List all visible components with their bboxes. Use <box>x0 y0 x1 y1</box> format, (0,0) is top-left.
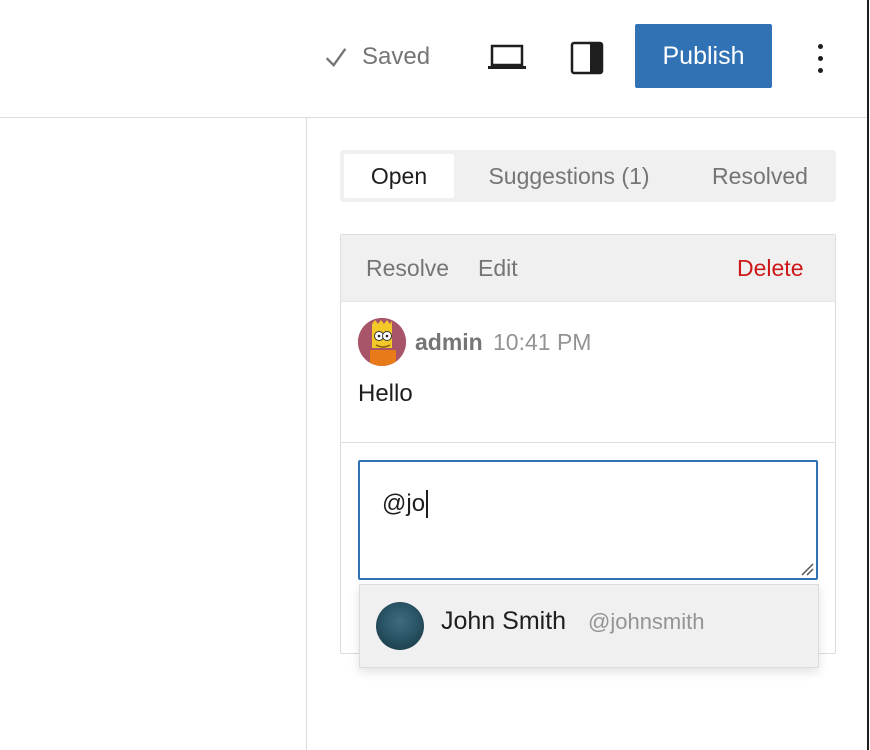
tab-resolved[interactable]: Resolved <box>690 154 830 198</box>
reply-input[interactable]: @jo <box>358 460 818 580</box>
cartoon-avatar-icon <box>358 318 406 366</box>
edit-button[interactable]: Edit <box>478 255 518 282</box>
delete-button[interactable]: Delete <box>737 255 803 282</box>
comment-actions-bar: Resolve Edit Delete <box>341 235 835 302</box>
tab-suggestions[interactable]: Suggestions (1) <box>464 154 674 198</box>
vertical-ellipsis-icon <box>817 43 823 49</box>
mention-suggestion-item[interactable]: John Smith @johnsmith <box>359 584 819 668</box>
text-caret <box>426 490 429 518</box>
resolve-button[interactable]: Resolve <box>366 255 449 282</box>
divider <box>341 442 835 443</box>
comment-timestamp: 10:41 PM <box>493 329 592 355</box>
resize-handle-icon[interactable] <box>798 560 814 576</box>
avatar <box>376 602 424 650</box>
preview-button[interactable] <box>485 36 529 80</box>
reply-value: @jo <box>382 490 426 517</box>
laptop-icon <box>488 44 526 69</box>
window-edge <box>867 0 869 750</box>
settings-sidebar-toggle[interactable] <box>565 36 609 80</box>
saved-label: Saved <box>362 43 431 70</box>
sidebar-panel-icon <box>570 41 604 75</box>
mention-user-handle: @johnsmith <box>588 609 705 634</box>
editor-toolbar: Saved Publish <box>0 0 868 118</box>
avatar <box>358 318 406 366</box>
more-options-button[interactable] <box>800 36 840 80</box>
tab-open[interactable]: Open <box>344 154 454 198</box>
saved-status: Saved <box>322 40 430 74</box>
publish-button[interactable]: Publish <box>635 24 772 88</box>
comment-tabs: Open Suggestions (1) Resolved <box>340 150 836 202</box>
comment-author: admin <box>415 329 483 355</box>
mention-user-name: John Smith <box>441 607 567 635</box>
comment-body: Hello <box>358 380 413 407</box>
canvas-divider <box>306 118 307 750</box>
check-icon <box>325 48 347 67</box>
